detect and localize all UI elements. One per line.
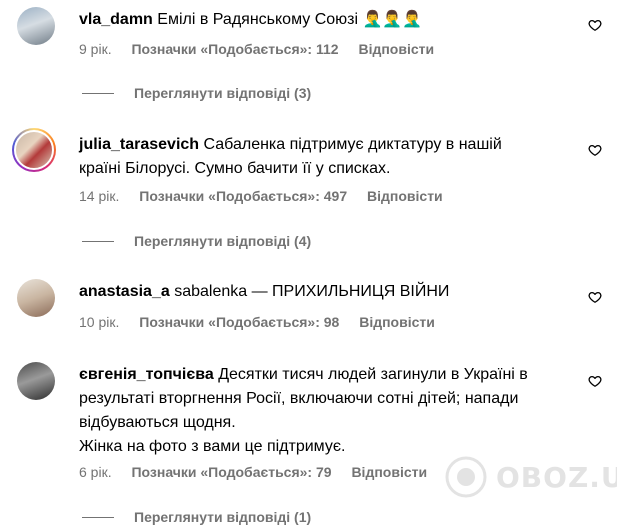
watermark: OBOZ.UA xyxy=(444,455,617,499)
divider-line xyxy=(82,240,114,242)
view-replies-label: Переглянути відповіді (4) xyxy=(134,233,312,249)
heart-icon[interactable] xyxy=(588,290,602,304)
likes-count[interactable]: Позначки «Подобається»: 497 xyxy=(139,188,347,204)
username[interactable]: anastasia_a xyxy=(79,283,170,300)
comment-text-line: відбуваються щодня. xyxy=(79,414,236,431)
likes-count[interactable]: Позначки «Подобається»: 98 xyxy=(139,314,339,330)
comment-text: Десятки тисяч людей загинули в Україні в xyxy=(218,366,528,383)
heart-icon[interactable] xyxy=(588,374,602,388)
avatar[interactable] xyxy=(17,279,55,317)
comment-text: sabalenka — ПРИХИЛЬНИЦЯ ВІЙНИ xyxy=(174,283,450,300)
comment-body: julia_tarasevich Сабаленка підтримує дик… xyxy=(79,133,577,181)
view-replies-button[interactable]: Переглянути відповіді (3) xyxy=(82,85,311,101)
reply-button[interactable]: Відповісти xyxy=(359,314,435,330)
username[interactable]: julia_tarasevich xyxy=(79,136,199,153)
username[interactable]: євгенія_топчієва xyxy=(79,366,214,383)
timestamp[interactable]: 14 рік. xyxy=(79,188,119,204)
view-replies-button[interactable]: Переглянути відповіді (1) xyxy=(82,509,311,525)
comment-text: Емілі в Радянському Союзі 🤦‍♂️🤦‍♂️🤦‍♂️ xyxy=(157,11,423,28)
view-replies-button[interactable]: Переглянути відповіді (4) xyxy=(82,233,311,249)
comment-body: євгенія_топчієва Десятки тисяч людей заг… xyxy=(79,363,577,459)
comment-body: anastasia_a sabalenka — ПРИХИЛЬНИЦЯ ВІЙН… xyxy=(79,280,577,304)
view-replies-label: Переглянути відповіді (1) xyxy=(134,509,312,525)
watermark-logo-icon xyxy=(445,456,487,498)
divider-line xyxy=(82,516,114,518)
username[interactable]: vla_damn xyxy=(79,11,153,28)
avatar[interactable] xyxy=(12,128,56,172)
heart-icon[interactable] xyxy=(588,18,602,32)
comment-body: vla_damn Емілі в Радянському Союзі 🤦‍♂️🤦… xyxy=(79,8,577,32)
comment-text-line: результаті вторгнення Росії, включаючи с… xyxy=(79,390,519,407)
avatar[interactable] xyxy=(17,7,55,45)
comment-meta: 10 рік. Позначки «Подобається»: 98 Відпо… xyxy=(79,314,451,330)
reply-button[interactable]: Відповісти xyxy=(358,41,434,57)
watermark-text: OBOZ.UA xyxy=(496,460,617,494)
comment-meta: 9 рік. Позначки «Подобається»: 112 Відпо… xyxy=(79,41,450,57)
avatar-image xyxy=(14,130,54,170)
heart-icon[interactable] xyxy=(588,143,602,157)
timestamp[interactable]: 9 рік. xyxy=(79,41,112,57)
likes-count[interactable]: Позначки «Подобається»: 112 xyxy=(131,41,338,57)
divider-line xyxy=(82,92,114,94)
timestamp[interactable]: 6 рік. xyxy=(79,464,112,480)
reply-button[interactable]: Відповісти xyxy=(367,188,443,204)
likes-count[interactable]: Позначки «Подобається»: 79 xyxy=(131,464,331,480)
reply-button[interactable]: Відповісти xyxy=(351,464,427,480)
comment-meta: 6 рік. Позначки «Подобається»: 79 Відпов… xyxy=(79,464,443,480)
avatar[interactable] xyxy=(17,362,55,400)
comment-text-line: Жінка на фото з вами це підтримує. xyxy=(79,438,346,455)
comment-text: Сабаленка підтримує диктатуру в нашій xyxy=(203,136,502,153)
timestamp[interactable]: 10 рік. xyxy=(79,314,119,330)
view-replies-label: Переглянути відповіді (3) xyxy=(134,85,312,101)
comment-meta: 14 рік. Позначки «Подобається»: 497 Відп… xyxy=(79,188,459,204)
comment-text-line: країні Білорусі. Сумно бачити її у списк… xyxy=(79,160,391,177)
